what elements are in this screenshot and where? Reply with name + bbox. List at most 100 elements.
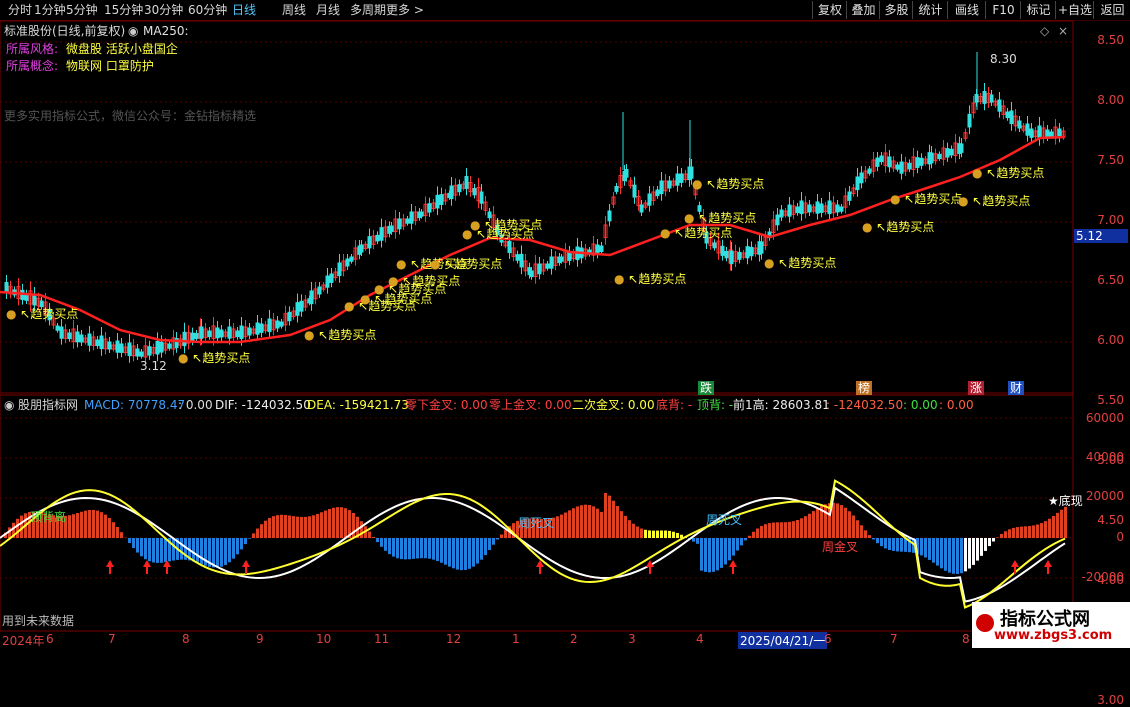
macd-bar bbox=[136, 538, 139, 553]
macd-bar bbox=[632, 524, 635, 538]
trend-buy-signal[interactable]: ● ↖趋势买点 bbox=[6, 305, 78, 322]
candle-body bbox=[780, 210, 783, 217]
macd-bar bbox=[436, 538, 439, 561]
candle-body bbox=[868, 169, 871, 173]
signal-label: ↖趋势买点 bbox=[398, 274, 460, 288]
macd-bar bbox=[852, 516, 855, 538]
macd-bar bbox=[712, 538, 715, 572]
trend-buy-signal[interactable]: ● ↖趋势买点 bbox=[764, 254, 836, 271]
macd-bar bbox=[92, 510, 95, 538]
indicator-settings-icon[interactable]: ◉ bbox=[4, 398, 14, 412]
candle-body bbox=[248, 328, 251, 335]
indicator-name: 股朋指标网 bbox=[18, 398, 78, 412]
candle-body bbox=[516, 255, 519, 261]
macd-bar bbox=[896, 538, 899, 551]
macd-bar bbox=[860, 525, 863, 538]
macd-bar bbox=[760, 526, 763, 538]
money-bag-icon: ● bbox=[360, 292, 370, 306]
macd-bar bbox=[728, 538, 731, 560]
macd-bar bbox=[488, 538, 491, 550]
macd-bar bbox=[228, 538, 231, 562]
trend-buy-signal[interactable]: ● ↖趋势买点 bbox=[862, 218, 934, 235]
macd-bar bbox=[1004, 531, 1007, 538]
macd-bar bbox=[392, 538, 395, 557]
macd-bar bbox=[948, 538, 951, 573]
macd-bar bbox=[412, 538, 415, 559]
trend-buy-signal[interactable]: ● ↖趋势买点 bbox=[958, 192, 1030, 209]
candle-body bbox=[946, 149, 949, 157]
macd-bar bbox=[1032, 525, 1035, 538]
macd-bar bbox=[704, 538, 707, 572]
date-tick: 2 bbox=[570, 632, 578, 646]
future-data-note: 用到未来数据 bbox=[2, 614, 74, 628]
candle-body bbox=[908, 163, 911, 169]
macd-bar bbox=[664, 531, 667, 538]
event-marker[interactable]: 涨 bbox=[968, 381, 984, 395]
macd-bar bbox=[224, 538, 227, 565]
trend-buy-signal[interactable]: ● ↖趋势买点 bbox=[692, 175, 764, 192]
macd-bar bbox=[236, 538, 239, 554]
macd-bar bbox=[660, 530, 663, 538]
macd-bar bbox=[700, 538, 703, 571]
candle-body bbox=[326, 276, 329, 287]
macd-bar bbox=[928, 538, 931, 560]
candle-body bbox=[800, 201, 803, 214]
macd-bar bbox=[816, 509, 819, 538]
macd-bar bbox=[108, 518, 111, 538]
macd-bar bbox=[776, 522, 779, 538]
macd-bar bbox=[944, 538, 947, 571]
candle-body bbox=[296, 303, 299, 316]
trend-buy-signal[interactable]: ● ↖趋势买点 bbox=[972, 164, 1044, 181]
macd-bar bbox=[308, 516, 311, 538]
trend-buy-signal[interactable]: ● ↖趋势买点 bbox=[304, 326, 376, 343]
indicator-frame bbox=[0, 395, 1073, 631]
macd-bar bbox=[936, 538, 939, 566]
candle-body bbox=[920, 158, 923, 165]
macd-bar bbox=[152, 538, 155, 562]
main-frame bbox=[0, 21, 1073, 393]
date-tick: 2024年 bbox=[2, 632, 45, 649]
macd-bar bbox=[240, 538, 243, 549]
candle-body bbox=[183, 332, 186, 345]
trend-buy-signal[interactable]: ● ↖趋势买点 bbox=[430, 255, 502, 272]
trend-buy-signal[interactable]: ● ↖趋势买点 bbox=[684, 209, 756, 226]
event-marker[interactable]: 财 bbox=[1008, 381, 1024, 395]
candle-body bbox=[436, 195, 439, 208]
money-bag-icon: ● bbox=[614, 272, 624, 286]
macd-bar bbox=[584, 505, 587, 538]
event-marker[interactable]: 跌 bbox=[698, 381, 714, 395]
trend-buy-signal[interactable]: ● ↖趋势买点 bbox=[614, 270, 686, 287]
macd-bar bbox=[924, 538, 927, 557]
macd-bar bbox=[476, 538, 479, 564]
macd-bar bbox=[848, 511, 851, 538]
signal-label: ↖趋势买点 bbox=[872, 220, 934, 234]
macd-bar bbox=[460, 538, 463, 570]
candle-body bbox=[116, 341, 119, 352]
macd-bar bbox=[264, 521, 267, 538]
macd-bar bbox=[636, 527, 639, 538]
macd-bar bbox=[996, 537, 999, 538]
candle-body bbox=[840, 207, 843, 211]
event-marker[interactable]: 榜 bbox=[856, 381, 872, 395]
buy-arrow bbox=[729, 560, 737, 567]
trend-buy-signal[interactable]: ● ↖趋势买点 bbox=[470, 216, 542, 233]
trend-buy-signal[interactable]: ● ↖趋势买点 bbox=[660, 224, 732, 241]
candle-body bbox=[1030, 129, 1033, 137]
signal-label: ↖趋势买点 bbox=[702, 177, 764, 191]
trend-buy-signal[interactable]: ● ↖趋势买点 bbox=[388, 272, 460, 289]
macd-bar bbox=[444, 538, 447, 565]
macd-bar bbox=[380, 538, 383, 547]
trend-buy-signal[interactable]: ● ↖趋势买点 bbox=[178, 349, 250, 366]
money-bag-icon: ● bbox=[178, 351, 188, 365]
macd-bar bbox=[288, 515, 291, 538]
macd-bar bbox=[140, 538, 143, 556]
candle-body bbox=[346, 259, 349, 266]
brand-logo-icon bbox=[976, 614, 994, 632]
macd-bar bbox=[768, 523, 771, 538]
candle-body bbox=[1006, 112, 1009, 118]
trend-buy-signal[interactable]: ● ↖趋势买点 bbox=[890, 190, 962, 207]
macd-bar bbox=[708, 538, 711, 572]
candlestick-chart[interactable] bbox=[0, 0, 1130, 650]
candle-body bbox=[256, 323, 259, 334]
candle-body bbox=[760, 242, 763, 253]
